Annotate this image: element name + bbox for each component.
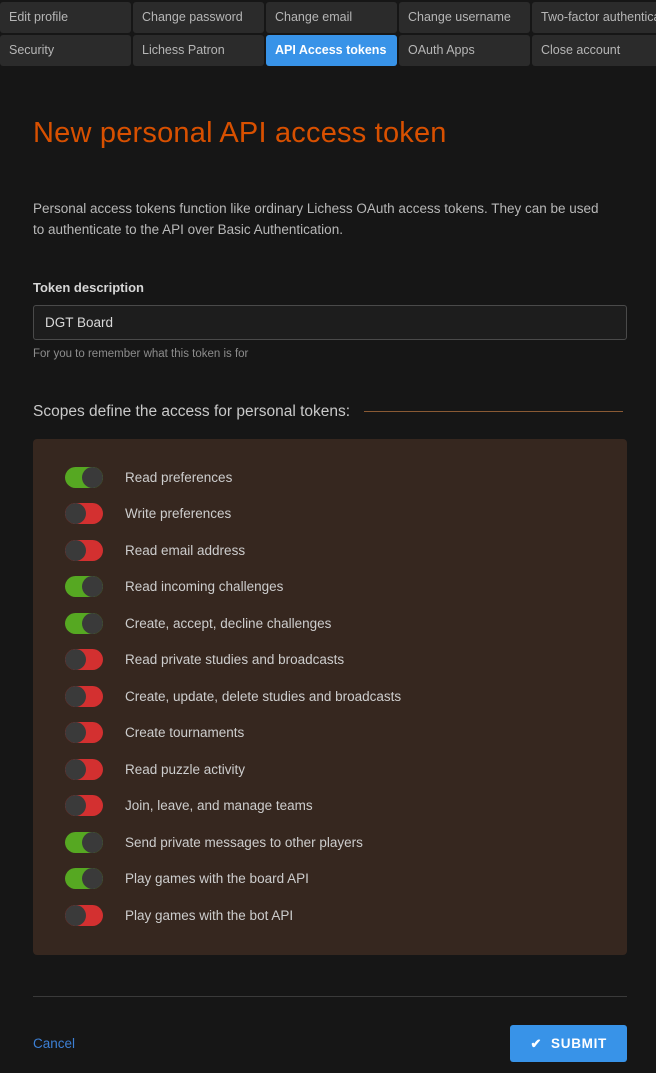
scope-toggle[interactable] <box>65 904 103 926</box>
scope-row[interactable]: Play games with the board API <box>33 860 627 897</box>
scope-row[interactable]: Read private studies and broadcasts <box>33 641 627 678</box>
settings-tab-navigation: Edit profile Change password Change email C… <box>0 0 656 66</box>
scope-label: Join, leave, and manage teams <box>125 798 313 814</box>
scope-toggle[interactable] <box>65 758 103 780</box>
scope-toggle[interactable] <box>65 612 103 634</box>
scopes-panel: Read preferences Write preferences Read em… <box>33 438 627 956</box>
toggle-knob <box>65 685 86 707</box>
nav-tab-api-access-tokens[interactable]: API Access tokens <box>266 35 397 66</box>
scopes-header: Scopes define the access for personal to… <box>33 403 623 421</box>
nav-tab-change-username[interactable]: Change username <box>399 2 530 33</box>
scope-label: Read email address <box>125 542 246 558</box>
toggle-knob <box>82 612 103 634</box>
token-description-label: Token description <box>33 279 144 295</box>
scope-row[interactable]: Read puzzle activity <box>33 751 627 788</box>
toggle-knob <box>65 539 86 561</box>
scopes-header-label: Scopes define the access for personal to… <box>33 402 351 420</box>
scope-row[interactable]: Read preferences <box>33 459 627 496</box>
toggle-knob <box>65 795 86 817</box>
scope-toggle[interactable] <box>65 466 103 488</box>
scope-label: Send private messages to other players <box>125 834 363 850</box>
scope-row[interactable]: Write preferences <box>33 495 627 532</box>
scope-label: Read preferences <box>125 469 233 485</box>
nav-tab-two-factor-authentication[interactable]: Two-factor authentication <box>532 2 656 33</box>
nav-tab-change-email[interactable]: Change email <box>266 2 397 33</box>
scope-label: Write preferences <box>125 506 232 522</box>
cancel-link[interactable]: Cancel <box>33 1036 75 1051</box>
nav-tab-security[interactable]: Security <box>0 35 131 66</box>
scope-label: Play games with the bot API <box>125 907 294 923</box>
toggle-knob <box>65 904 86 926</box>
nav-tab-change-password[interactable]: Change password <box>133 2 264 33</box>
toggle-knob <box>82 831 103 853</box>
scope-toggle[interactable] <box>65 576 103 598</box>
page-content: New personal API access token Personal a… <box>0 117 656 1063</box>
toggle-knob <box>82 576 103 598</box>
scope-label: Create, accept, decline challenges <box>125 615 332 631</box>
scope-label: Create, update, delete studies and broad… <box>125 688 402 704</box>
nav-tab-lichess-patron[interactable]: Lichess Patron <box>133 35 264 66</box>
footer-divider <box>33 996 627 998</box>
nav-row: Security Lichess Patron API Access tokens O… <box>0 35 656 66</box>
scope-label: Play games with the board API <box>125 871 309 887</box>
scope-toggle[interactable] <box>65 649 103 671</box>
scope-toggle[interactable] <box>65 685 103 707</box>
check-icon: ✔ <box>530 1036 543 1052</box>
submit-button-label: SUBMIT <box>551 1036 607 1052</box>
scope-toggle[interactable] <box>65 722 103 744</box>
scope-label: Read incoming challenges <box>125 579 284 595</box>
scope-label: Read puzzle activity <box>125 761 246 777</box>
scope-label: Create tournaments <box>125 725 245 741</box>
toggle-knob <box>65 649 86 671</box>
scope-toggle[interactable] <box>65 831 103 853</box>
nav-tab-close-account[interactable]: Close account <box>532 35 656 66</box>
toggle-knob <box>65 758 86 780</box>
nav-row: Edit profile Change password Change email C… <box>0 2 656 33</box>
toggle-knob <box>82 868 103 890</box>
footer-actions: Cancel ✔ SUBMIT <box>33 1025 627 1063</box>
scope-row[interactable]: Send private messages to other players <box>33 824 627 861</box>
scope-row[interactable]: Read incoming challenges <box>33 568 627 605</box>
scope-row[interactable]: Read email address <box>33 532 627 569</box>
toggle-knob <box>82 466 103 488</box>
nav-tab-oauth-apps[interactable]: OAuth Apps <box>399 35 530 66</box>
scope-label: Read private studies and broadcasts <box>125 652 345 668</box>
toggle-knob <box>65 722 86 744</box>
scope-row[interactable]: Join, leave, and manage teams <box>33 787 627 824</box>
scope-row[interactable]: Create, accept, decline challenges <box>33 605 627 642</box>
scope-toggle[interactable] <box>65 795 103 817</box>
page-title: New personal API access token <box>33 117 447 149</box>
intro-paragraph: Personal access tokens function like ord… <box>33 201 599 237</box>
scopes-header-divider <box>364 411 623 413</box>
scope-row[interactable]: Create tournaments <box>33 714 627 751</box>
scope-toggle[interactable] <box>65 503 103 525</box>
submit-button[interactable]: ✔ SUBMIT <box>510 1025 627 1063</box>
scope-row[interactable]: Play games with the bot API <box>33 897 627 934</box>
nav-tab-edit-profile[interactable]: Edit profile <box>0 2 131 33</box>
toggle-knob <box>65 503 86 525</box>
scope-row[interactable]: Create, update, delete studies and broad… <box>33 678 627 715</box>
scope-toggle[interactable] <box>65 539 103 561</box>
token-description-input[interactable] <box>33 304 627 340</box>
token-description-help: For you to remember what this token is f… <box>33 347 249 360</box>
scope-toggle[interactable] <box>65 868 103 890</box>
